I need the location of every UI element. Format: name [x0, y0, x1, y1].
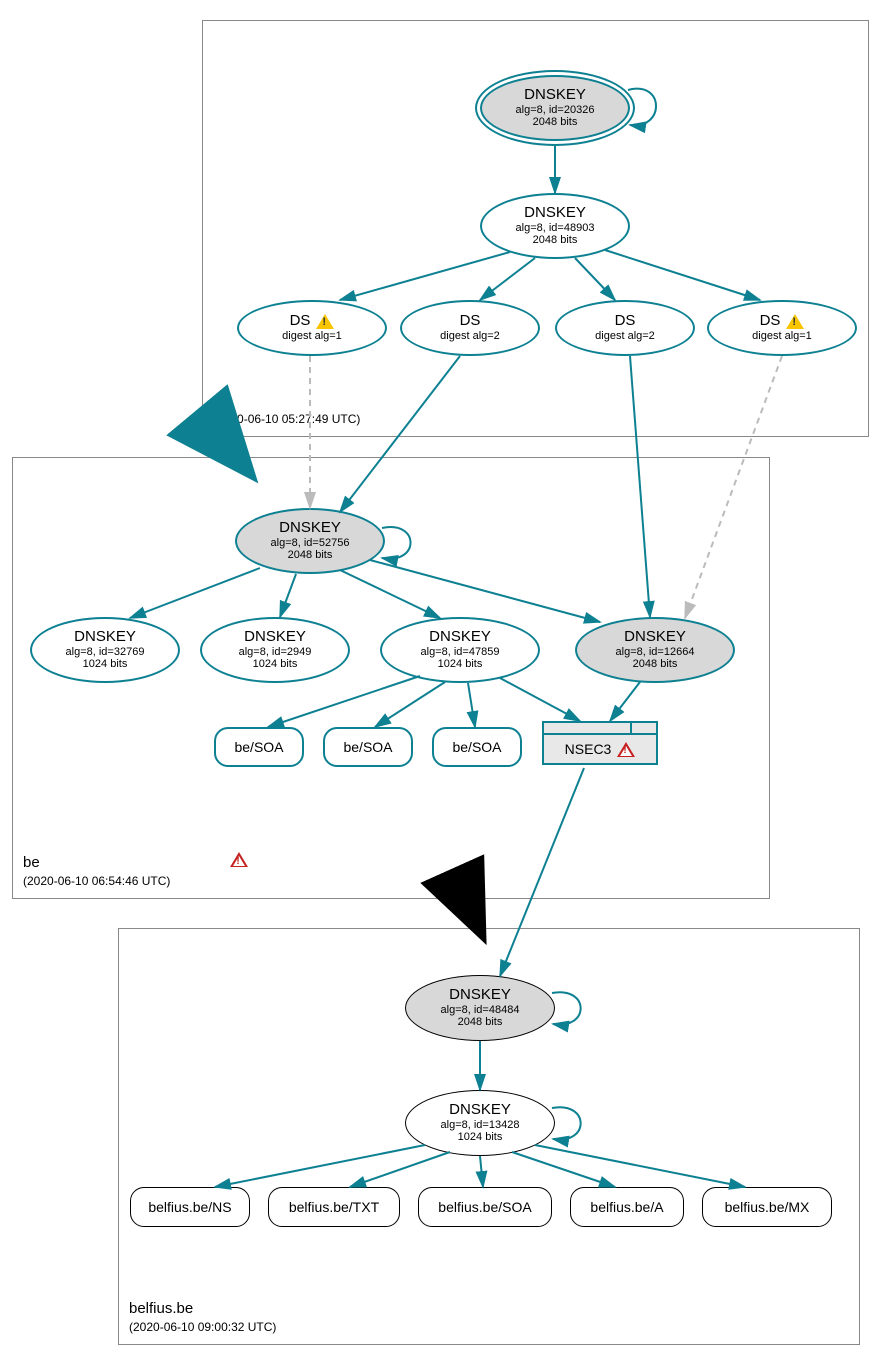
node-sub2: 2048 bits [533, 116, 578, 129]
node-sub: alg=8, id=2949 [239, 646, 312, 659]
dnskey-be-4: DNSKEY alg=8, id=12664 2048 bits [575, 617, 735, 683]
node-sub2: 1024 bits [253, 658, 298, 671]
zone-name: belfius.be [129, 1298, 276, 1319]
error-icon: ! [230, 852, 248, 867]
warning-icon [786, 314, 804, 329]
node-sub: alg=8, id=47859 [421, 646, 500, 659]
dnskey-be-1: DNSKEY alg=8, id=32769 1024 bits [30, 617, 180, 683]
node-title: DNSKEY [449, 1102, 511, 1119]
be-soa-1: be/SOA [214, 727, 304, 767]
node-sub: alg=8, id=12664 [616, 646, 695, 659]
node-sub2: 1024 bits [458, 1131, 503, 1144]
rr-label: be/SOA [452, 739, 501, 755]
node-title: DNSKEY [524, 205, 586, 222]
rr-label: be/SOA [343, 739, 392, 755]
rr-label: belfius.be/SOA [438, 1199, 531, 1215]
node-title: DS [460, 313, 481, 330]
node-sub: alg=8, id=32769 [66, 646, 145, 659]
node-title: DS [760, 313, 781, 330]
ds-node-3: DS digest alg=2 [555, 300, 695, 356]
rr-label: be/SOA [234, 739, 283, 755]
node-title: DS [615, 313, 636, 330]
node-title: DNSKEY [244, 629, 306, 646]
belfius-soa: belfius.be/SOA [418, 1187, 552, 1227]
node-sub: digest alg=1 [282, 330, 342, 343]
node-title: DNSKEY [524, 87, 586, 104]
zone-root-label: . (2020-06-10 05:27:49 UTC) [213, 390, 360, 428]
dnskey-root-ksk: DNSKEY alg=8, id=20326 2048 bits [480, 75, 630, 141]
rr-label: belfius.be/NS [148, 1199, 231, 1215]
ds-node-1: DS digest alg=1 [237, 300, 387, 356]
node-sub2: 2048 bits [288, 549, 333, 562]
dnskey-be-ksk: DNSKEY alg=8, id=52756 2048 bits [235, 508, 385, 574]
node-sub2: 2048 bits [633, 658, 678, 671]
dnskey-belfius-ksk: DNSKEY alg=8, id=48484 2048 bits [405, 975, 555, 1041]
error-icon: ! [617, 742, 635, 757]
node-sub: digest alg=2 [440, 330, 500, 343]
warning-icon [316, 314, 334, 329]
node-sub: alg=8, id=13428 [441, 1119, 520, 1132]
node-title: DNSKEY [624, 629, 686, 646]
be-soa-2: be/SOA [323, 727, 413, 767]
zone-timestamp: (2020-06-10 05:27:49 UTC) [213, 411, 360, 428]
node-sub: digest alg=2 [595, 330, 655, 343]
node-title: DNSKEY [449, 987, 511, 1004]
node-title: DS [290, 313, 311, 330]
belfius-ns: belfius.be/NS [130, 1187, 250, 1227]
node-sub: alg=8, id=20326 [516, 104, 595, 117]
rr-label: belfius.be/A [590, 1199, 663, 1215]
zone-name: . [213, 390, 360, 411]
belfius-a: belfius.be/A [570, 1187, 684, 1227]
node-sub2: 2048 bits [458, 1016, 503, 1029]
ds-node-2: DS digest alg=2 [400, 300, 540, 356]
zone-belfius-label: belfius.be (2020-06-10 09:00:32 UTC) [129, 1298, 276, 1336]
node-title: DNSKEY [279, 520, 341, 537]
rr-label: belfius.be/MX [725, 1199, 810, 1215]
dnskey-belfius-zsk: DNSKEY alg=8, id=13428 1024 bits [405, 1090, 555, 1156]
rr-label: belfius.be/TXT [289, 1199, 379, 1215]
zone-timestamp: (2020-06-10 09:00:32 UTC) [129, 1319, 276, 1336]
node-sub2: 1024 bits [83, 658, 128, 671]
node-sub: alg=8, id=48484 [441, 1004, 520, 1017]
zone-be-label: be (2020-06-10 06:54:46 UTC) ! [23, 852, 248, 890]
nsec3-label: NSEC3 [565, 741, 612, 757]
belfius-txt: belfius.be/TXT [268, 1187, 400, 1227]
dnskey-be-3: DNSKEY alg=8, id=47859 1024 bits [380, 617, 540, 683]
node-sub: alg=8, id=52756 [271, 537, 350, 550]
zone-name: be [23, 852, 170, 873]
node-title: DNSKEY [74, 629, 136, 646]
node-sub: alg=8, id=48903 [516, 222, 595, 235]
node-title: DNSKEY [429, 629, 491, 646]
node-sub: digest alg=1 [752, 330, 812, 343]
node-sub2: 2048 bits [533, 234, 578, 247]
ds-node-4: DS digest alg=1 [707, 300, 857, 356]
belfius-mx: belfius.be/MX [702, 1187, 832, 1227]
be-soa-3: be/SOA [432, 727, 522, 767]
node-sub2: 1024 bits [438, 658, 483, 671]
dnskey-be-2: DNSKEY alg=8, id=2949 1024 bits [200, 617, 350, 683]
be-nsec3: NSEC3 ! [542, 721, 658, 767]
zone-timestamp: (2020-06-10 06:54:46 UTC) [23, 873, 170, 890]
dnskey-root-zsk: DNSKEY alg=8, id=48903 2048 bits [480, 193, 630, 259]
